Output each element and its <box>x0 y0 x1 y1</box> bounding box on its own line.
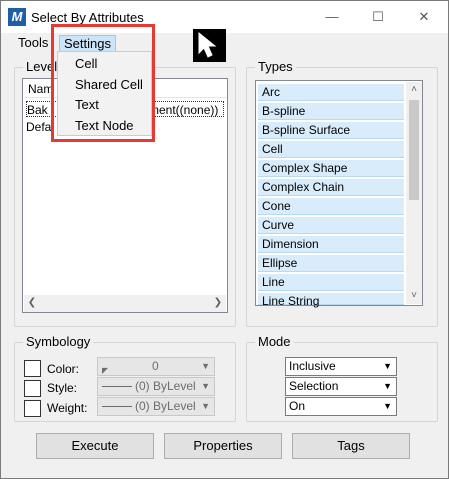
type-item[interactable]: B-spline Surface <box>258 122 404 139</box>
types-group: Types Arc B-spline B-spline Surface Cell… <box>246 59 438 327</box>
scroll-down-icon[interactable]: ˅ <box>406 288 422 304</box>
scroll-right-icon[interactable]: ❯ <box>210 295 226 311</box>
color-label: Color: <box>47 362 80 376</box>
properties-button[interactable]: Properties <box>164 433 282 459</box>
mode-dropdown[interactable]: Inclusive ▼ <box>285 357 397 376</box>
mouse-cursor-icon <box>193 29 226 62</box>
style-dropdown: (0) ByLevel ▼ <box>97 377 215 396</box>
types-label: Types <box>255 59 296 74</box>
microstation-app-icon: M <box>8 8 26 26</box>
types-vertical-scrollbar[interactable]: ˄ ˅ <box>406 82 422 304</box>
type-value: Selection <box>289 379 339 393</box>
type-item[interactable]: Line String <box>258 293 404 308</box>
style-checkbox[interactable] <box>24 380 41 397</box>
symbology-group: Symbology Color: ◤ 0 ▼ Style: (0) ByLeve… <box>14 334 236 422</box>
maximize-button[interactable]: ☐ <box>355 1 401 33</box>
highlight-outline <box>51 24 155 142</box>
type-item[interactable]: Cone <box>258 198 404 215</box>
levels-row-name: Bak <box>27 103 48 117</box>
levels-horizontal-scrollbar[interactable]: ❮ ❯ <box>24 295 226 312</box>
type-item[interactable]: Cell <box>258 141 404 158</box>
type-item[interactable]: Dimension <box>258 236 404 253</box>
chevron-down-icon: ▼ <box>383 381 392 391</box>
scroll-up-icon[interactable]: ˄ <box>406 82 422 98</box>
select-by-attributes-window: M Select By Attributes — ☐ ✕ Tools Setti… <box>0 0 449 479</box>
symbology-label: Symbology <box>23 334 94 349</box>
line-weight-icon <box>102 406 132 407</box>
chevron-down-icon: ▼ <box>383 401 392 411</box>
chevron-down-icon: ▼ <box>201 381 210 391</box>
state-dropdown[interactable]: On ▼ <box>285 397 397 416</box>
tags-button[interactable]: Tags <box>292 433 410 459</box>
cursor-arrow-icon <box>198 31 217 58</box>
execute-button[interactable]: Execute <box>36 433 154 459</box>
style-label: Style: <box>47 381 78 395</box>
type-item[interactable]: Ellipse <box>258 255 404 272</box>
mode-label: Mode <box>255 334 294 349</box>
state-value: On <box>289 399 306 413</box>
chevron-down-icon: ▼ <box>201 401 210 411</box>
levels-row-name: Defa <box>26 120 52 134</box>
type-dropdown[interactable]: Selection ▼ <box>285 377 397 396</box>
minimize-button[interactable]: — <box>309 1 355 33</box>
menu-tools[interactable]: Tools <box>14 35 52 53</box>
type-item[interactable]: Arc <box>258 84 404 101</box>
types-list[interactable]: Arc B-spline B-spline Surface Cell Compl… <box>255 80 423 308</box>
window-title: Select By Attributes <box>31 10 144 25</box>
type-item[interactable]: Curve <box>258 217 404 234</box>
mode-value: Inclusive <box>289 359 336 373</box>
levels-row-extra: ment((none)) <box>149 103 219 117</box>
type-item[interactable]: Line <box>258 274 404 291</box>
mode-group: Mode Inclusive ▼ Selection ▼ On ▼ <box>246 334 438 422</box>
line-style-icon <box>102 386 132 387</box>
weight-checkbox[interactable] <box>24 400 41 417</box>
scroll-thumb[interactable] <box>409 100 419 200</box>
chevron-down-icon: ▼ <box>201 361 210 371</box>
style-value: (0) ByLevel <box>135 379 196 393</box>
scroll-left-icon[interactable]: ❮ <box>24 295 40 311</box>
weight-value: (0) ByLevel <box>135 399 196 413</box>
type-item[interactable]: Complex Chain <box>258 179 404 196</box>
weight-label: Weight: <box>47 401 88 415</box>
levels-column-name: Nam <box>28 82 54 96</box>
color-checkbox[interactable] <box>24 360 41 377</box>
color-dropdown: ◤ 0 ▼ <box>97 357 215 376</box>
close-button[interactable]: ✕ <box>401 1 447 33</box>
color-value: 0 <box>152 359 159 373</box>
type-item[interactable]: Complex Shape <box>258 160 404 177</box>
weight-dropdown: (0) ByLevel ▼ <box>97 397 215 416</box>
type-item[interactable]: B-spline <box>258 103 404 120</box>
chevron-down-icon: ▼ <box>383 361 392 371</box>
